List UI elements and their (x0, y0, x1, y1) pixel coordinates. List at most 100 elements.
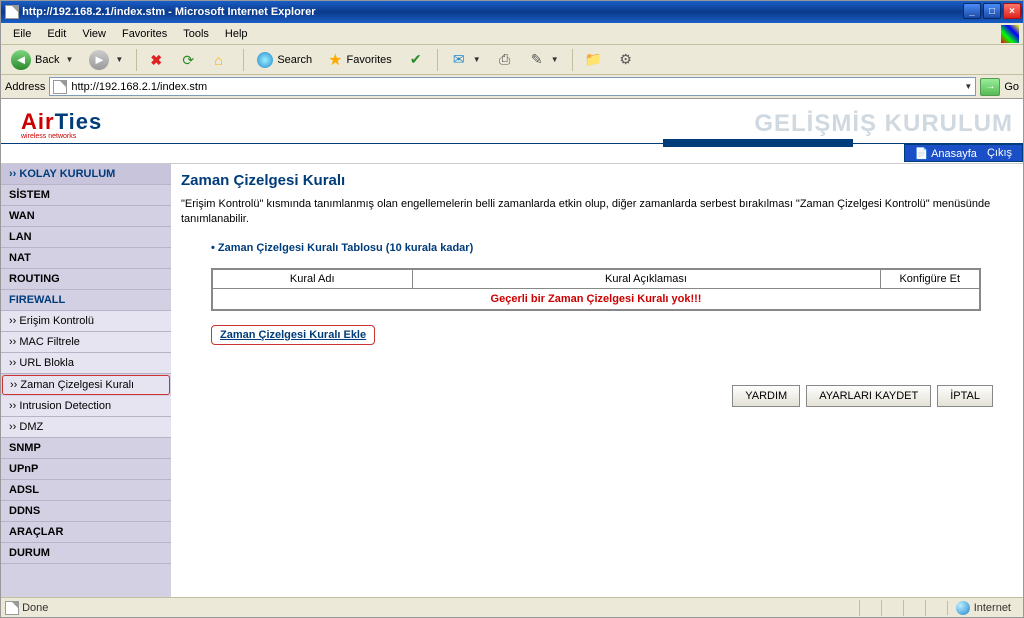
star-icon: ★ (328, 50, 342, 70)
mail-button[interactable]: ✉▼ (445, 48, 487, 72)
home-link[interactable]: 📄 Anasayfa (915, 147, 977, 160)
globe-icon (956, 601, 970, 615)
menu-help[interactable]: Help (217, 26, 256, 42)
nav-snmp[interactable]: SNMP (1, 438, 171, 459)
home-button[interactable]: ⌂ (208, 48, 236, 72)
search-icon (257, 52, 273, 68)
menu-favorites[interactable]: Favorites (114, 26, 175, 42)
nav-ddns[interactable]: DDNS (1, 501, 171, 522)
address-input[interactable]: http://192.168.2.1/index.stm ▼ (49, 77, 976, 96)
edit-button[interactable]: ✎▼ (523, 48, 565, 72)
sidebar: ›› KOLAY KURULUM SİSTEM WAN LAN NAT ROUT… (1, 164, 171, 597)
page-icon (5, 601, 19, 615)
menu-file[interactable]: Eile (5, 26, 39, 42)
menu-edit[interactable]: Edit (39, 26, 74, 42)
page-title: GELİŞMİŞ KURULUM (754, 110, 1013, 138)
table-caption: Zaman Çizelgesi Kuralı Tablosu (10 kural… (211, 242, 993, 254)
nav-routing[interactable]: ROUTING (1, 269, 171, 290)
print-button[interactable]: ⎙ (491, 48, 519, 72)
main-panel: Zaman Çizelgesi Kuralı "Erişim Kontrolü"… (171, 164, 1023, 597)
status-text: Done (22, 602, 48, 614)
save-button[interactable]: AYARLARI KAYDET (806, 385, 931, 407)
page-icon (53, 80, 67, 94)
edit-icon: ✎ (529, 52, 545, 68)
go-button[interactable]: → (980, 78, 1000, 96)
minimize-button[interactable]: _ (963, 3, 981, 19)
content-title: Zaman Çizelgesi Kuralı (181, 172, 993, 189)
chevron-down-icon: ▼ (115, 55, 123, 64)
stop-button[interactable]: ✖ (144, 48, 172, 72)
ie-page-icon (5, 5, 19, 19)
col-configure: Konfigüre Et (880, 269, 980, 289)
window-title: http://192.168.2.1/index.stm - Microsoft… (22, 6, 315, 18)
go-label: Go (1004, 81, 1019, 93)
col-rule-name: Kural Adı (212, 269, 412, 289)
refresh-button[interactable]: ⟳ (176, 48, 204, 72)
page-header: AirTies wireless networks GELİŞMİŞ KURUL… (1, 99, 1023, 143)
folder-button[interactable]: 📁 (580, 48, 608, 72)
refresh-icon: ⟳ (182, 52, 198, 68)
back-arrow-icon: ◄ (11, 50, 31, 70)
nav-tools[interactable]: ARAÇLAR (1, 522, 171, 543)
back-button[interactable]: ◄ Back ▼ (5, 48, 79, 72)
separator (243, 49, 244, 71)
nav-access-control[interactable]: ›› Erişim Kontrolü (1, 311, 171, 332)
gear-icon: ⚙ (618, 52, 634, 68)
nav-nat[interactable]: NAT (1, 248, 171, 269)
top-blue-bar: 📄 Anasayfa Çıkış (1, 143, 1023, 163)
nav-sistem[interactable]: SİSTEM (1, 185, 171, 206)
maximize-button[interactable]: □ (983, 3, 1001, 19)
nav-easy-setup[interactable]: ›› KOLAY KURULUM (1, 164, 171, 185)
menu-view[interactable]: View (74, 26, 114, 42)
nav-adsl[interactable]: ADSL (1, 480, 171, 501)
home-icon: ⌂ (214, 52, 230, 68)
nav-firewall[interactable]: FIREWALL (1, 290, 171, 311)
separator (437, 49, 438, 71)
favorites-button[interactable]: ★ Favorites (322, 48, 398, 72)
add-rule-link-wrap: Zaman Çizelgesi Kuralı Ekle (211, 325, 375, 345)
settings-button[interactable]: ⚙ (612, 48, 640, 72)
airties-logo: AirTies (21, 109, 102, 135)
forward-arrow-icon: ► (89, 50, 109, 70)
mail-icon: ✉ (451, 52, 467, 68)
nav-intrusion-detection[interactable]: ›› Intrusion Detection (1, 396, 171, 417)
window-titlebar: http://192.168.2.1/index.stm - Microsoft… (1, 1, 1023, 23)
search-button[interactable]: Search (251, 48, 318, 72)
toolbar: ◄ Back ▼ ► ▼ ✖ ⟳ ⌂ Search ★ Favorites ✔ … (1, 45, 1023, 75)
col-rule-desc: Kural Açıklaması (412, 269, 880, 289)
history-icon: ✔ (408, 52, 424, 68)
add-rule-link[interactable]: Zaman Çizelgesi Kuralı Ekle (220, 329, 366, 341)
menubar: Eile Edit View Favorites Tools Help (1, 23, 1023, 45)
address-label: Address (5, 81, 45, 93)
schedule-rule-table: Kural Adı Kural Açıklaması Konfigüre Et … (211, 268, 981, 311)
nav-lan[interactable]: LAN (1, 227, 171, 248)
nav-status[interactable]: DURUM (1, 543, 171, 564)
chevron-down-icon[interactable]: ▼ (964, 82, 972, 91)
zone-indicator: Internet (947, 601, 1019, 615)
nav-dmz[interactable]: ›› DMZ (1, 417, 171, 438)
windows-logo-icon (1001, 25, 1019, 43)
nav-upnp[interactable]: UPnP (1, 459, 171, 480)
help-button[interactable]: YARDIM (732, 385, 800, 407)
nav-wan[interactable]: WAN (1, 206, 171, 227)
close-button[interactable]: × (1003, 3, 1021, 19)
nav-mac-filter[interactable]: ›› MAC Filtrele (1, 332, 171, 353)
stop-icon: ✖ (150, 52, 166, 68)
nav-url-block[interactable]: ›› URL Blokla (1, 353, 171, 374)
history-button[interactable]: ✔ (402, 48, 430, 72)
print-icon: ⎙ (497, 52, 513, 68)
url-text: http://192.168.2.1/index.stm (71, 81, 207, 93)
chevron-down-icon: ▼ (65, 55, 73, 64)
zone-label: Internet (974, 602, 1011, 614)
menu-tools[interactable]: Tools (175, 26, 217, 42)
statusbar: Done Internet (1, 597, 1023, 617)
addressbar: Address http://192.168.2.1/index.stm ▼ →… (1, 75, 1023, 99)
folder-icon: 📁 (586, 52, 602, 68)
cancel-button[interactable]: İPTAL (937, 385, 993, 407)
logout-link[interactable]: Çıkış (987, 147, 1012, 159)
empty-table-message: Geçerli bir Zaman Çizelgesi Kuralı yok!!… (212, 288, 980, 310)
forward-button[interactable]: ► ▼ (83, 48, 129, 72)
separator (572, 49, 573, 71)
nav-schedule-rule[interactable]: ›› Zaman Çizelgesi Kuralı (2, 375, 170, 395)
separator (136, 49, 137, 71)
